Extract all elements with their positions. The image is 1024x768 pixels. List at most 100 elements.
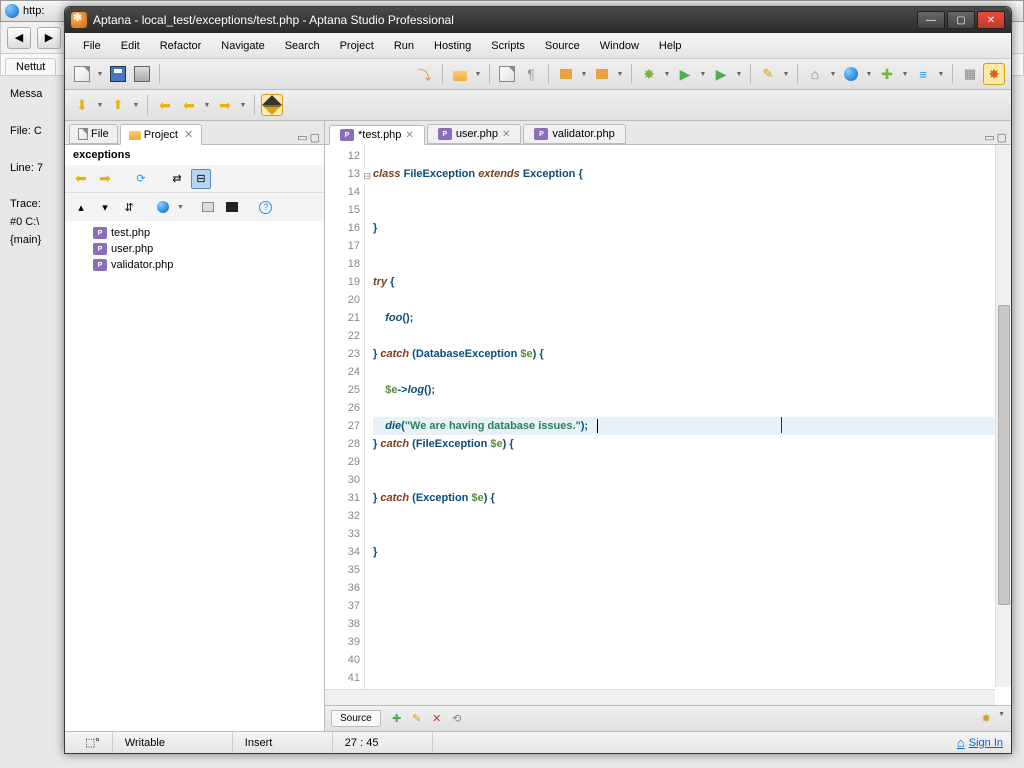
nav-fwd-button[interactable]: ➡ [95,169,115,189]
tree-item-test[interactable]: P test.php [69,225,320,241]
menu-navigate[interactable]: Navigate [211,36,274,56]
titlebar[interactable]: Aptana - local_test/exceptions/test.php … [65,7,1011,33]
menu-file[interactable]: File [73,36,111,56]
tag-button[interactable] [555,63,577,85]
menu-search[interactable]: Search [275,36,330,56]
web-button[interactable] [153,197,173,217]
edit-icon[interactable]: ✎ [409,711,425,727]
nav-back-button[interactable]: ⬅ [154,94,176,116]
tag2-button[interactable] [591,63,613,85]
maximize-view-icon[interactable]: ▢ [310,131,320,144]
run-ext-button[interactable]: ▶ [710,63,732,85]
code-editor[interactable]: 1213141516171819202122232425262728293031… [325,145,1011,705]
expand-dropdown[interactable]: ▼ [95,102,105,109]
nav-back-button[interactable]: ⬅ [71,169,91,189]
terminal-button[interactable] [198,197,218,217]
new-dropdown[interactable]: ▼ [95,71,105,78]
menu-project[interactable]: Project [330,36,384,56]
tree-item-validator[interactable]: P validator.php [69,257,320,273]
collapse-dropdown[interactable]: ▼ [131,102,141,109]
plugin-button[interactable]: ✚ [876,63,898,85]
bg-back-button[interactable]: ◀ [7,27,31,49]
code-content[interactable]: class FileException extends Exception { … [365,145,1011,705]
menu-edit[interactable]: Edit [111,36,150,56]
close-tab-icon[interactable]: ✕ [405,130,413,141]
menu-run[interactable]: Run [384,36,424,56]
close-button[interactable]: ✕ [977,11,1005,29]
wand-button[interactable]: ✎ [757,63,779,85]
settings-icon[interactable]: ✸ [978,711,994,727]
fwd-dropdown[interactable]: ▼ [238,102,248,109]
aptana-perspective-button[interactable]: ✸ [983,63,1005,85]
home-button[interactable]: ⌂ [804,63,826,85]
script-dropdown[interactable]: ▼ [936,71,946,78]
file-view-tab[interactable]: File [69,124,118,144]
close-icon[interactable]: ✕ [184,128,193,141]
menu-source[interactable]: Source [535,36,590,56]
new-button[interactable] [71,63,93,85]
globe-button[interactable] [840,63,862,85]
tree-item-user[interactable]: P user.php [69,241,320,257]
editor-tab-user[interactable]: P user.php ✕ [427,124,522,144]
up-button[interactable]: ▴ [71,197,91,217]
editor-tab-validator[interactable]: P validator.php [523,124,625,144]
refresh-button[interactable]: ⟳ [131,169,151,189]
menu-hosting[interactable]: Hosting [424,36,481,56]
nav-fwd-button[interactable]: ➡ [214,94,236,116]
maximize-button[interactable]: ▢ [947,11,975,29]
maximize-editor-icon[interactable]: ▢ [997,131,1007,144]
run-button[interactable]: ▶ [674,63,696,85]
project-tree[interactable]: P test.php P user.php P validator.php [65,221,324,731]
perspective-button[interactable]: ▦ [959,63,981,85]
back-dropdown[interactable]: ▼ [202,102,212,109]
highlight-button[interactable] [261,94,283,116]
console-button[interactable] [222,197,242,217]
expand-down-button[interactable]: ⬇ [71,94,93,116]
tag2-dropdown[interactable]: ▼ [615,71,625,78]
menu-window[interactable]: Window [590,36,649,56]
bg-tab[interactable]: Nettut [5,58,56,75]
run-dropdown[interactable]: ▼ [698,71,708,78]
editor-tab-test[interactable]: P *test.php ✕ [329,125,425,145]
plugin-dropdown[interactable]: ▼ [900,71,910,78]
vertical-scrollbar[interactable] [995,145,1011,687]
help-button[interactable]: ? [256,197,276,217]
minimize-view-icon[interactable]: ▭ [297,131,307,144]
close-tab-icon[interactable]: ✕ [502,129,510,140]
down-button[interactable]: ▾ [95,197,115,217]
scrollbar-thumb[interactable] [998,305,1010,605]
project-view-tab[interactable]: Project ✕ [120,124,202,145]
bg-forward-button[interactable]: ▶ [37,27,61,49]
tag-dropdown[interactable]: ▼ [579,71,589,78]
print-button[interactable] [131,63,153,85]
add-icon[interactable]: ✚ [389,711,405,727]
script-button[interactable]: ≡ [912,63,934,85]
wand-dropdown[interactable]: ▼ [781,71,791,78]
globe-dropdown[interactable]: ▼ [864,71,874,78]
status-indicator[interactable]: ⬚° [73,736,112,749]
menu-help[interactable]: Help [649,36,692,56]
save-button[interactable] [107,63,129,85]
source-tab[interactable]: Source [331,710,381,727]
debug-button[interactable]: ✸ [638,63,660,85]
menu-scripts[interactable]: Scripts [481,36,535,56]
debug-step-button[interactable]: ⤵ [414,63,436,85]
folder-dropdown[interactable]: ▼ [473,71,483,78]
nav-back2-button[interactable]: ⬅ [178,94,200,116]
open-folder-button[interactable] [449,63,471,85]
menu-refactor[interactable]: Refactor [150,36,212,56]
home-dropdown[interactable]: ▼ [828,71,838,78]
horizontal-scrollbar[interactable] [325,689,995,705]
paragraph-button[interactable]: ¶ [520,63,542,85]
sign-in-link[interactable]: ⌂ Sign In [957,735,1003,750]
sort-button[interactable]: ⇵ [119,197,139,217]
sync-icon[interactable]: ⟲ [449,711,465,727]
minimize-editor-icon[interactable]: ▭ [984,131,994,144]
link-editor-button[interactable]: ⇄ [167,169,187,189]
collapse-button[interactable]: ⬆ [107,94,129,116]
run-ext-dropdown[interactable]: ▼ [734,71,744,78]
collapse-all-button[interactable]: ⊟ [191,169,211,189]
doc-button[interactable] [496,63,518,85]
debug-dropdown[interactable]: ▼ [662,71,672,78]
line-gutter[interactable]: 1213141516171819202122232425262728293031… [325,145,365,705]
